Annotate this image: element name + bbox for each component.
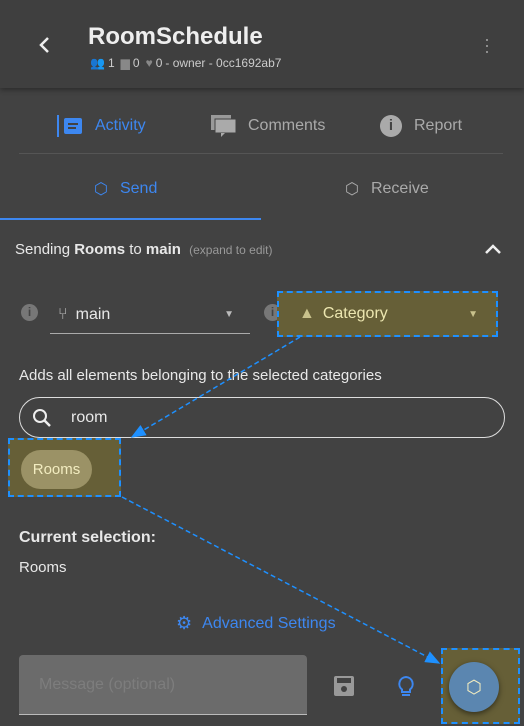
tab-activity[interactable]: Activity — [57, 115, 146, 137]
chevron-left-icon — [39, 37, 49, 53]
comments-icon — [211, 115, 236, 137]
dropdown-arrow-icon: ▼ — [468, 308, 478, 320]
tab-receive[interactable]: ⬡ Receive — [345, 179, 429, 199]
message-input[interactable] — [19, 655, 307, 715]
divider — [19, 153, 503, 154]
search-field[interactable]: room — [19, 397, 505, 438]
active-tab-indicator — [0, 218, 261, 220]
receive-icon: ⬡ — [345, 181, 359, 198]
chevron-up-icon[interactable] — [484, 242, 502, 256]
stream-meta: 👥 1 ▆ 0 ♥ 0 - owner - 0cc1692ab7 — [90, 56, 282, 70]
more-menu-button[interactable]: · · · — [484, 30, 490, 60]
helper-text: Adds all elements belonging to the selec… — [19, 367, 382, 384]
filter-select[interactable]: ▲ Category ▼ — [277, 291, 498, 337]
info-icon: i — [380, 115, 402, 137]
search-icon — [33, 408, 51, 427]
tab-report[interactable]: i Report — [380, 115, 462, 137]
current-selection-label: Current selection: — [19, 529, 156, 546]
send-button[interactable]: ⬡ — [449, 662, 499, 712]
shapes-icon: ▲ — [299, 305, 315, 322]
activity-icon — [57, 115, 82, 137]
send-icon: ⬡ — [466, 677, 482, 697]
save-icon[interactable] — [334, 676, 354, 696]
back-button[interactable] — [34, 33, 56, 57]
branch-icon: ⑂ — [58, 305, 68, 323]
comment-icon: ▆ — [120, 56, 130, 70]
current-selection-value: Rooms — [19, 559, 67, 576]
lightbulb-icon[interactable] — [397, 675, 415, 699]
send-summary[interactable]: Sending Rooms to main (expand to edit) — [15, 241, 273, 258]
advanced-settings-button[interactable]: ⚙ Advanced Settings — [176, 613, 336, 634]
branch-info-icon[interactable]: i — [21, 304, 38, 321]
dropdown-arrow-icon: ▼ — [224, 309, 234, 320]
category-chip[interactable]: Rooms — [21, 450, 92, 489]
tab-comments[interactable]: Comments — [211, 115, 325, 137]
users-icon: 👥 — [90, 56, 105, 70]
branch-select[interactable]: ⑂ main ▼ — [50, 296, 250, 334]
heart-icon: ♥ — [145, 56, 153, 70]
page-title: RoomSchedule — [88, 23, 263, 50]
send-icon: ⬡ — [94, 181, 108, 198]
gear-icon: ⚙ — [176, 613, 193, 633]
tab-send[interactable]: ⬡ Send — [94, 179, 157, 199]
